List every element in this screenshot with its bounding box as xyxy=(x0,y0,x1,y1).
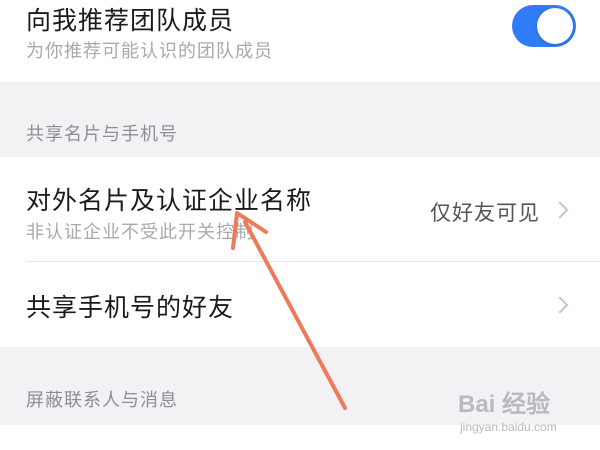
watermark-logo-text: Bai 经验 xyxy=(458,391,551,418)
section-header-share: 共享名片与手机号 xyxy=(26,124,178,145)
share-settings-group: 对外名片及认证企业名称 非认证企业不受此开关控制 仅好友可见 共享手机号的好友 xyxy=(0,157,600,347)
external-card-subtitle: 非认证企业不受此开关控制 xyxy=(26,222,254,243)
external-card-setting-row[interactable]: 对外名片及认证企业名称 非认证企业不受此开关控制 仅好友可见 xyxy=(0,157,600,261)
chevron-right-icon xyxy=(551,296,569,314)
recommend-subtitle: 为你推荐可能认识的团队成员 xyxy=(26,41,273,62)
external-card-value: 仅好友可见 xyxy=(430,201,540,225)
recommend-title: 向我推荐团队成员 xyxy=(26,6,235,35)
chevron-right-icon xyxy=(551,201,569,219)
section-header-block: 屏蔽联系人与消息 xyxy=(26,390,178,411)
recommend-team-members-row: 向我推荐团队成员 为你推荐可能认识的团队成员 xyxy=(0,0,600,82)
baidu-jingyan-watermark: Bai 经验 jingyan.baidu.com xyxy=(458,384,598,448)
share-phone-title: 共享手机号的好友 xyxy=(26,293,235,322)
external-card-title: 对外名片及认证企业名称 xyxy=(26,186,313,215)
watermark-url: jingyan.baidu.com xyxy=(460,420,557,434)
recommend-toggle-switch[interactable] xyxy=(512,5,576,47)
privacy-settings-screen: 向我推荐团队成员 为你推荐可能认识的团队成员 共享名片与手机号 对外名片及认证企… xyxy=(0,0,600,450)
toggle-knob xyxy=(537,8,573,44)
share-phone-row[interactable]: 共享手机号的好友 xyxy=(0,262,600,347)
